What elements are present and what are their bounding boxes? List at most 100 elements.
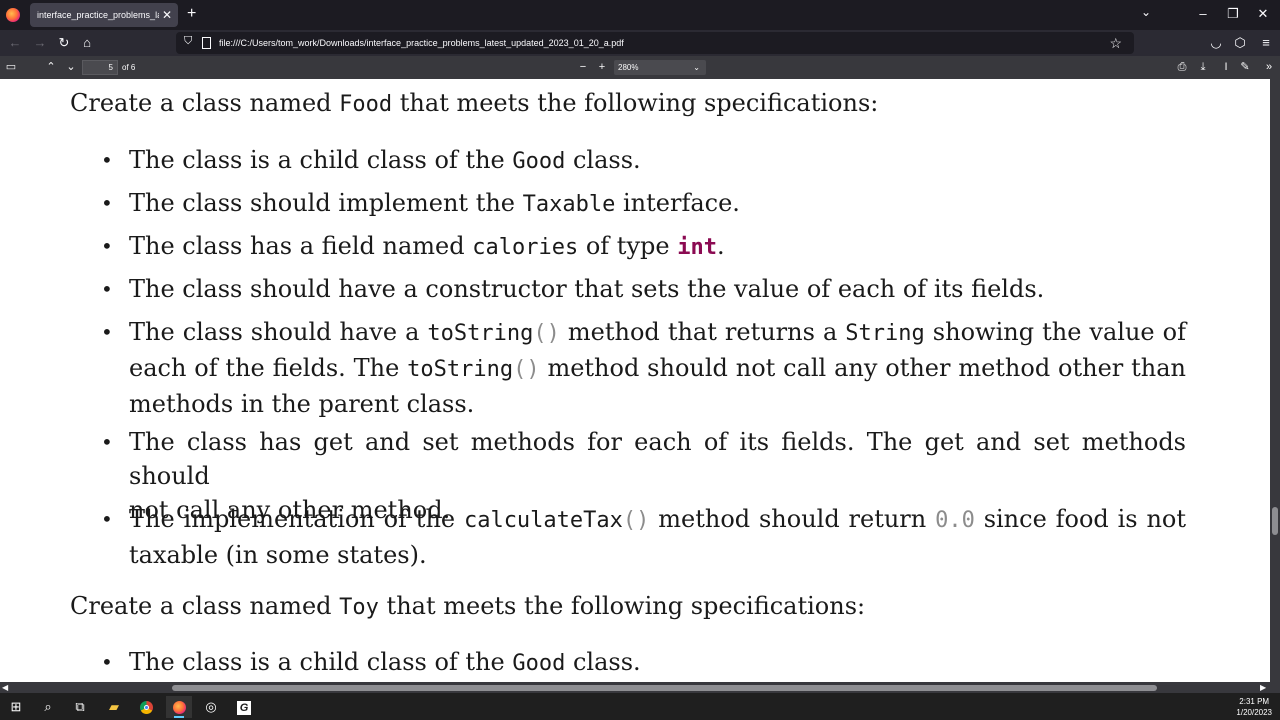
item-text: each of the fields. The — [129, 354, 408, 382]
more-tools-chevron-icon[interactable]: » — [1260, 58, 1278, 77]
bullet-icon: • — [101, 148, 113, 172]
pdf-toolbar: ▭ ⌃ ⌄ 5 of 6 − + 280% ⌄ ⎙ ⤓ I ✎ » — [0, 56, 1280, 79]
item-text: showing the value of — [924, 318, 1186, 346]
item-text: method that returns a — [559, 318, 846, 346]
draw-pencil-icon[interactable]: ✎ — [1236, 58, 1254, 77]
previous-page-chevron-up-icon[interactable]: ⌃ — [42, 58, 60, 77]
bullet-icon: • — [101, 507, 113, 531]
code-literal: 0.0 — [935, 508, 975, 533]
vertical-scroll-thumb[interactable] — [1272, 507, 1278, 535]
para-text: that meets the following specifications: — [392, 89, 879, 117]
windows-start-icon[interactable]: ⊞ — [3, 696, 29, 718]
list-item: • The class is a child class of the Good… — [101, 143, 1186, 179]
tracking-protection-shield-icon[interactable]: ⛉ — [184, 35, 192, 48]
bullet-icon: • — [101, 277, 113, 301]
vertical-scrollbar[interactable] — [1270, 79, 1280, 682]
close-tab-icon[interactable]: ✕ — [162, 3, 172, 27]
code-class-name: Toy — [339, 595, 379, 620]
clock-date: 1/20/2023 — [1236, 708, 1272, 717]
navigation-bar: ← → ↻ ⌂ ⛉ file:///C:/Users/tom_work/Down… — [0, 30, 1280, 56]
bookmark-star-icon[interactable]: ☆ — [1109, 33, 1122, 53]
chrome-icon[interactable] — [133, 696, 159, 718]
extensions-icon[interactable]: ⬡ — [1230, 33, 1250, 53]
code-parens: () — [622, 508, 650, 533]
scroll-left-arrow-icon[interactable]: ◀ — [2, 682, 8, 693]
para-text: Create a class named — [70, 592, 340, 620]
item-text: The class has a field named — [129, 232, 473, 260]
item-text: method should return — [649, 505, 936, 533]
tab-title: interface_practice_problems_latest_updat… — [37, 10, 159, 20]
home-icon[interactable]: ⌂ — [77, 33, 97, 53]
horizontal-scrollbar[interactable]: ◀ ▶ — [0, 682, 1280, 693]
code-text: Good — [512, 149, 566, 174]
obs-recorder-icon[interactable]: ◎ — [198, 696, 224, 718]
code-text: toString — [407, 357, 514, 382]
page-number-input[interactable]: 5 — [82, 60, 118, 75]
item-text: . — [716, 232, 725, 260]
list-item: • The class has a field named calories o… — [101, 229, 1186, 265]
bullet-icon: • — [101, 234, 113, 258]
bullet-icon: • — [101, 430, 113, 454]
menu-hamburger-icon[interactable]: ≡ — [1256, 33, 1276, 53]
code-text: calculateTax — [463, 508, 623, 533]
sidebar-toggle-icon[interactable]: ▭ — [2, 58, 20, 77]
window-close-icon[interactable]: ✕ — [1248, 4, 1278, 24]
item-text: The class should implement the — [129, 189, 523, 217]
scroll-right-arrow-icon[interactable]: ▶ — [1260, 682, 1266, 693]
file-explorer-folder-icon[interactable]: ▰ — [101, 696, 127, 718]
new-tab-plus-icon[interactable]: + — [187, 4, 196, 24]
bullet-icon: • — [101, 650, 113, 674]
page-info-icon[interactable] — [202, 37, 211, 49]
para-text: that meets the following specifications: — [378, 592, 866, 620]
back-arrow-icon[interactable]: ← — [5, 33, 25, 53]
print-icon[interactable]: ⎙ — [1173, 58, 1191, 77]
page-count: of 6 — [122, 63, 136, 72]
zoom-value: 280% — [618, 63, 639, 72]
next-page-chevron-down-icon[interactable]: ⌄ — [62, 58, 80, 77]
list-item: • The class should have a toString() met… — [101, 315, 1186, 421]
list-item: • The implementation of the calculateTax… — [101, 502, 1186, 572]
horizontal-scroll-thumb[interactable] — [172, 685, 1157, 691]
item-text: interface. — [615, 189, 740, 217]
clock-time: 2:31 PM — [1239, 697, 1270, 706]
code-parens: () — [533, 321, 560, 346]
bullet-icon: • — [101, 191, 113, 215]
pocket-icon[interactable]: ◡ — [1206, 33, 1226, 53]
reload-icon[interactable]: ↻ — [54, 33, 74, 53]
tab-bar: interface_practice_problems_latest_updat… — [0, 0, 1280, 30]
app-g-icon[interactable]: G — [231, 696, 257, 718]
text-annotation-icon[interactable]: I — [1217, 58, 1235, 77]
code-keyword: int — [677, 235, 717, 260]
zoom-out-icon[interactable]: − — [574, 58, 592, 77]
item-text: The class is a child class of the — [129, 146, 513, 174]
zoom-in-icon[interactable]: + — [593, 58, 611, 77]
search-icon[interactable]: ⌕ — [35, 696, 61, 718]
item-text: methods in the parent class. — [129, 390, 475, 418]
firefox-logo-icon[interactable] — [6, 8, 20, 22]
bullet-icon: • — [101, 320, 113, 344]
list-item: • The class should implement the Taxable… — [101, 186, 1186, 222]
save-download-icon[interactable]: ⤓ — [1194, 58, 1212, 77]
zoom-select[interactable]: 280% ⌄ — [614, 60, 706, 75]
forward-arrow-icon[interactable]: → — [30, 33, 50, 53]
para-text: Create a class named — [70, 89, 340, 117]
paragraph-food: Create a class named Food that meets the… — [70, 89, 878, 117]
task-view-icon[interactable]: ⧉ — [67, 696, 93, 718]
pdf-viewer[interactable]: Create a class named Food that meets the… — [0, 79, 1270, 682]
windows-taskbar: ⊞ ⌕ ⧉ ▰ ◎ G 2:31 PM 1/20/2023 — [0, 693, 1280, 720]
firefox-taskbar-icon[interactable] — [166, 696, 192, 718]
restore-icon[interactable]: ❐ — [1218, 4, 1248, 24]
minimize-icon[interactable]: – — [1188, 4, 1218, 24]
url-text[interactable]: file:///C:/Users/tom_work/Downloads/inte… — [219, 32, 624, 54]
active-tab[interactable]: interface_practice_problems_latest_updat… — [30, 3, 178, 27]
code-text: Good — [512, 651, 566, 676]
item-text: The class has get and set methods for ea… — [129, 428, 1186, 490]
code-text: Taxable — [522, 192, 616, 217]
item-text: The class should have a constructor that… — [129, 275, 1045, 303]
code-text: String — [845, 321, 925, 346]
item-text: taxable (in some states). — [129, 541, 427, 569]
system-clock[interactable]: 2:31 PM 1/20/2023 — [1236, 696, 1272, 718]
list-all-tabs-chevron-down-icon[interactable]: ⌄ — [1141, 5, 1151, 19]
url-bar[interactable]: ⛉ file:///C:/Users/tom_work/Downloads/in… — [176, 32, 1134, 54]
paragraph-toy: Create a class named Toy that meets the … — [70, 592, 865, 620]
